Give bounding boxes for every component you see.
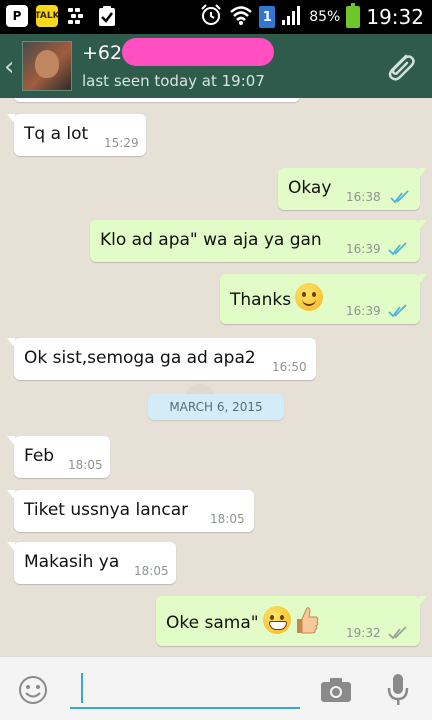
status-bar: P TALK 1 85% 19:32 bbox=[0, 0, 432, 34]
grinning-face-emoji-icon bbox=[262, 606, 291, 634]
message-time: 16:39 bbox=[346, 304, 381, 318]
chat-area[interactable]: Tq a lot 15:29 Okay 16:38 Klo ad apa" wa… bbox=[0, 98, 432, 656]
read-double-check-icon bbox=[388, 304, 407, 318]
message-time: 18:05 bbox=[68, 458, 103, 472]
message-text: Feb bbox=[24, 446, 55, 466]
message-text: Thanks bbox=[230, 290, 292, 310]
back-chevron-icon[interactable]: ‹ bbox=[4, 52, 14, 82]
message-bubble-outgoing[interactable]: Thanks 16:39 bbox=[220, 274, 427, 324]
battery-percent: 85% bbox=[309, 9, 341, 25]
message-bubble-outgoing[interactable]: Klo ad apa" wa aja ya gan 16:39 bbox=[90, 220, 427, 262]
contact-avatar[interactable] bbox=[22, 41, 72, 91]
microphone-icon[interactable] bbox=[386, 673, 410, 707]
message-bubble-outgoing[interactable]: Oke sama" 19:32 bbox=[156, 596, 427, 646]
clock: 19:32 bbox=[366, 5, 424, 29]
message-time: 16:38 bbox=[346, 190, 381, 204]
thumbs-up-emoji-icon bbox=[296, 607, 318, 634]
paperclip-icon[interactable] bbox=[382, 48, 418, 84]
camera-icon[interactable] bbox=[320, 677, 352, 703]
smiley-face-icon[interactable] bbox=[18, 675, 48, 705]
message-time: 18:05 bbox=[210, 512, 245, 526]
sim-slot-badge: 1 bbox=[259, 6, 276, 28]
message-text: Makasih ya bbox=[24, 552, 120, 572]
input-bar bbox=[0, 656, 432, 720]
name-redaction-mark bbox=[122, 38, 274, 66]
message-bubble-incoming[interactable]: Ok sist,semoga ga ad apa2 16:50 bbox=[7, 338, 316, 380]
message-text: Ok sist,semoga ga ad apa2 bbox=[24, 348, 256, 368]
battery-icon bbox=[346, 3, 361, 28]
read-double-check-icon bbox=[388, 242, 407, 256]
message-time: 19:32 bbox=[346, 626, 381, 640]
last-seen-status: last seen today at 19:07 bbox=[82, 72, 265, 90]
chat-header: ‹ +62 last seen today at 19:07 bbox=[0, 34, 432, 98]
message-text: Okay bbox=[288, 178, 332, 198]
delivered-double-check-icon bbox=[388, 626, 407, 640]
message-bubble-incoming[interactable]: Makasih ya 18:05 bbox=[7, 542, 176, 584]
alarm-icon bbox=[199, 3, 223, 31]
kakaotalk-icon: TALK bbox=[34, 5, 60, 27]
message-text: Oke sama" bbox=[166, 613, 259, 633]
message-bubble-incoming[interactable]: Feb 18:05 bbox=[7, 436, 110, 478]
message-time: 15:29 bbox=[104, 136, 139, 150]
pinterest-icon: P bbox=[6, 5, 28, 27]
message-bubble-outgoing[interactable]: Okay 16:38 bbox=[278, 168, 427, 210]
message-time: 16:50 bbox=[272, 360, 307, 374]
read-double-check-icon bbox=[390, 190, 409, 204]
message-time: 18:05 bbox=[134, 564, 169, 578]
message-text: Tq a lot bbox=[24, 124, 89, 144]
message-text: Klo ad apa" wa aja ya gan bbox=[100, 230, 322, 250]
message-bubble-incoming[interactable]: Tiket ussnya lancar 18:05 bbox=[7, 490, 254, 532]
date-separator: MARCH 6, 2015 bbox=[148, 394, 284, 420]
message-time: 16:39 bbox=[346, 242, 381, 256]
signal-icon bbox=[281, 4, 303, 30]
smiling-face-emoji-icon bbox=[295, 283, 324, 311]
text-cursor bbox=[81, 673, 83, 703]
blackberry-messenger-icon bbox=[66, 5, 88, 27]
wifi-icon bbox=[229, 4, 253, 30]
clipboard-check-icon bbox=[96, 5, 118, 27]
message-input[interactable] bbox=[70, 669, 300, 709]
message-bubble-incoming[interactable]: Tq a lot 15:29 bbox=[7, 114, 146, 156]
message-text: Tiket ussnya lancar bbox=[24, 500, 189, 520]
contact-name[interactable]: +62 bbox=[82, 42, 122, 64]
previous-message-fragment bbox=[14, 98, 300, 102]
